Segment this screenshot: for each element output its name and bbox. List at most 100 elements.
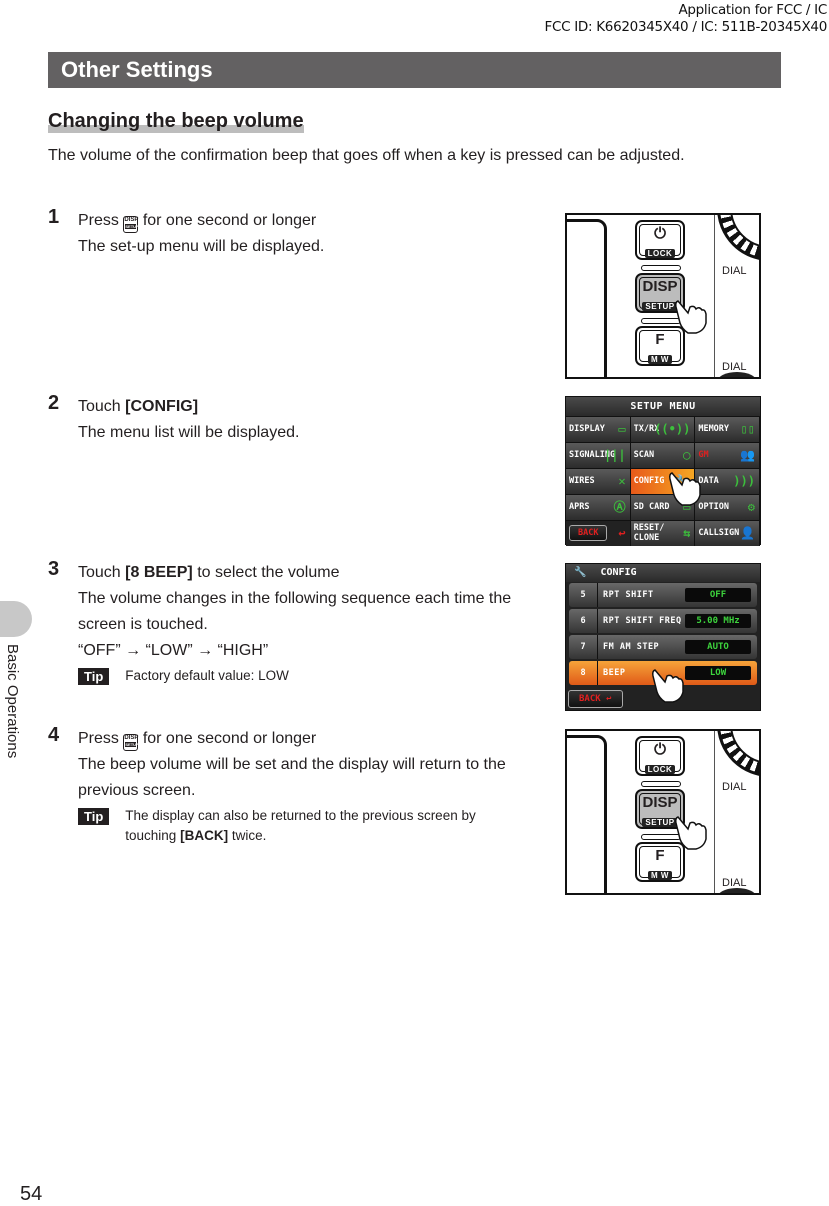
setup-menu-item-gm[interactable]: GM 👥	[695, 442, 760, 468]
setup-menu-item-scan[interactable]: SCAN ◯	[630, 442, 696, 468]
step-3-number: 3	[48, 558, 60, 580]
setup-menu-grid: DISPLAY ▭ TX/RX ((•)) MEMORY ▯▯ SIGNALING ||| SC…	[566, 416, 760, 546]
setup-menu-item-label: CALLSIGN	[698, 528, 740, 538]
setup-menu-item-aprs[interactable]: APRS Ⓐ	[566, 494, 631, 520]
intro-text: The volume of the confirmation beep that…	[48, 147, 685, 164]
config-row-num: 7	[569, 635, 598, 659]
config-title: 🔧 CONFIG	[566, 564, 760, 582]
setup-menu-item-reset[interactable]: RESET/CLONE ⇆	[630, 520, 696, 546]
signaling-icon: |||	[603, 448, 626, 462]
setup-menu-item-label: RESET/CLONE	[633, 523, 665, 543]
config-row-value: OFF	[685, 588, 751, 602]
pointing-hand-icon	[675, 816, 707, 850]
step-2-number: 2	[48, 392, 60, 414]
tip-text: The display can also be returned to the …	[125, 808, 476, 843]
step-3-tip: Tip Factory default value: LOW	[78, 666, 518, 686]
subheading: Changing the beep volume	[48, 108, 304, 134]
step-1-instruction: for one second or longer	[142, 212, 317, 229]
step-3: Touch [8 BEEP] to select the volume The …	[78, 560, 518, 686]
display-icon: ▭	[618, 422, 626, 436]
config-row-name: RPT SHIFT FREQ	[603, 616, 682, 626]
config-menu-screen: 🔧 CONFIG 5 RPT SHIFT OFF 6 RPT SHIFT FREQ 5.00…	[565, 563, 761, 711]
setup-menu-item-label: SCAN	[633, 450, 655, 460]
callsign-icon: 👤	[740, 526, 755, 540]
disp-setup-key-icon: DISP SETUP	[123, 734, 139, 751]
pointing-hand-icon	[669, 472, 701, 506]
step-3-verb: Touch	[78, 564, 121, 581]
config-row-value: 5.00 MHz	[685, 614, 751, 628]
reset-icon: ⇆	[683, 526, 691, 540]
config-row-fm-am-step[interactable]: 7 FM AM STEP AUTO	[569, 635, 757, 659]
setup-menu-item-label: SD CARD	[633, 502, 670, 512]
fcc-header: Application for FCC / IC FCC ID: K662034…	[545, 2, 828, 36]
section-title: Other Settings	[48, 52, 781, 88]
config-row-rpt-shift-freq[interactable]: 6 RPT SHIFT FREQ 5.00 MHz	[569, 609, 757, 633]
tx-rx-icon: ((•))	[654, 422, 691, 436]
setup-menu-item-back[interactable]: BACK ↩	[566, 520, 631, 546]
setup-menu-item-label: WIRES	[569, 476, 595, 486]
setup-menu-title: SETUP MENU	[566, 397, 760, 416]
setup-menu-screen: SETUP MENU DISPLAY ▭ TX/RX ((•)) MEMORY ▯▯ SIG…	[565, 396, 761, 546]
disp-setup-key-icon: DISP SETUP	[123, 216, 139, 233]
setup-menu-item-wires[interactable]: WIRES ✕	[566, 468, 631, 494]
step-1-number: 1	[48, 206, 60, 228]
lock-button: ⏻ LOCK	[635, 220, 685, 260]
config-row-value: AUTO	[685, 640, 751, 654]
step-4-number: 4	[48, 724, 60, 746]
setup-menu-item-data[interactable]: DATA)))	[695, 468, 760, 494]
option-icon: ⚙	[747, 500, 755, 514]
step-1: Press DISP SETUP for one second or longer…	[78, 208, 518, 260]
step-4-result: The beep volume will be set and the disp…	[78, 756, 506, 799]
step-2: Touch [CONFIG] The menu list will be dis…	[78, 394, 518, 446]
page-number: 54	[20, 1183, 43, 1205]
dial-label: DIAL	[722, 781, 747, 793]
step-3-instruction: to select the volume	[197, 564, 340, 581]
setup-menu-item-callsign[interactable]: CALLSIGN 👤	[695, 520, 760, 546]
setup-menu-item-display[interactable]: DISPLAY ▭	[566, 416, 631, 442]
wires-icon: ✕	[618, 474, 626, 488]
setup-menu-item-memory[interactable]: MEMORY ▯▯	[695, 416, 760, 442]
scan-icon: ◯	[683, 448, 691, 462]
setup-menu-item-label: GM	[698, 450, 709, 460]
side-tab-label: Basic Operations	[4, 644, 21, 759]
step-4-tip: Tip The display can also be returned to …	[78, 806, 518, 846]
lock-button: ⏻ LOCK	[635, 736, 685, 776]
step-1-verb: Press	[78, 212, 119, 229]
step-4: Press DISP SETUP for one second or longer…	[78, 726, 518, 846]
dial-label: DIAL	[722, 265, 747, 277]
pointing-hand-icon	[652, 669, 684, 703]
data-icon: )))	[733, 474, 755, 488]
step-2-target: [CONFIG]	[125, 398, 199, 415]
config-row-value: LOW	[685, 666, 751, 680]
config-row-name: FM AM STEP	[603, 642, 660, 652]
config-row-name: RPT SHIFT	[603, 590, 654, 600]
setup-menu-item-signaling[interactable]: SIGNALING |||	[566, 442, 631, 468]
tip-badge: Tip	[78, 668, 110, 685]
back-button-label: BACK	[569, 525, 608, 541]
dial-knob	[717, 731, 759, 777]
step-4-verb: Press	[78, 730, 119, 747]
step-1-result: The set-up menu will be displayed.	[78, 238, 325, 255]
power-icon: ⏻	[654, 225, 666, 242]
pointing-hand-icon	[675, 300, 707, 334]
setup-menu-item-label: APRS	[569, 502, 590, 512]
side-tab-marker	[0, 601, 32, 637]
radio-panel-illustration: DIAL ⏻ LOCK DISP SETUP FM W DIAL	[565, 729, 761, 895]
setup-menu-item-label: OPTION	[698, 502, 730, 512]
step-3-sequence: “OFF” → “LOW” → “HIGH”	[78, 642, 269, 659]
setup-menu-item-label: MEMORY	[698, 424, 730, 434]
setup-menu-item-tx-rx[interactable]: TX/RX ((•))	[630, 416, 696, 442]
step-3-target: [8 BEEP]	[125, 564, 193, 581]
config-row-rpt-shift[interactable]: 5 RPT SHIFT OFF	[569, 583, 757, 607]
setup-menu-item-option[interactable]: OPTION ⚙	[695, 494, 760, 520]
aprs-icon: Ⓐ	[613, 500, 626, 514]
setup-menu-item-label: CONFIG	[633, 476, 665, 486]
tip-badge: Tip	[78, 808, 110, 825]
step-2-verb: Touch	[78, 398, 121, 415]
subheading-text: Changing the beep volume	[48, 110, 304, 132]
config-row-num: 6	[569, 609, 598, 633]
back-button[interactable]: BACK ↩	[568, 690, 623, 708]
step-2-result: The menu list will be displayed.	[78, 424, 300, 441]
config-row-num: 8	[569, 661, 598, 685]
config-row-num: 5	[569, 583, 598, 607]
